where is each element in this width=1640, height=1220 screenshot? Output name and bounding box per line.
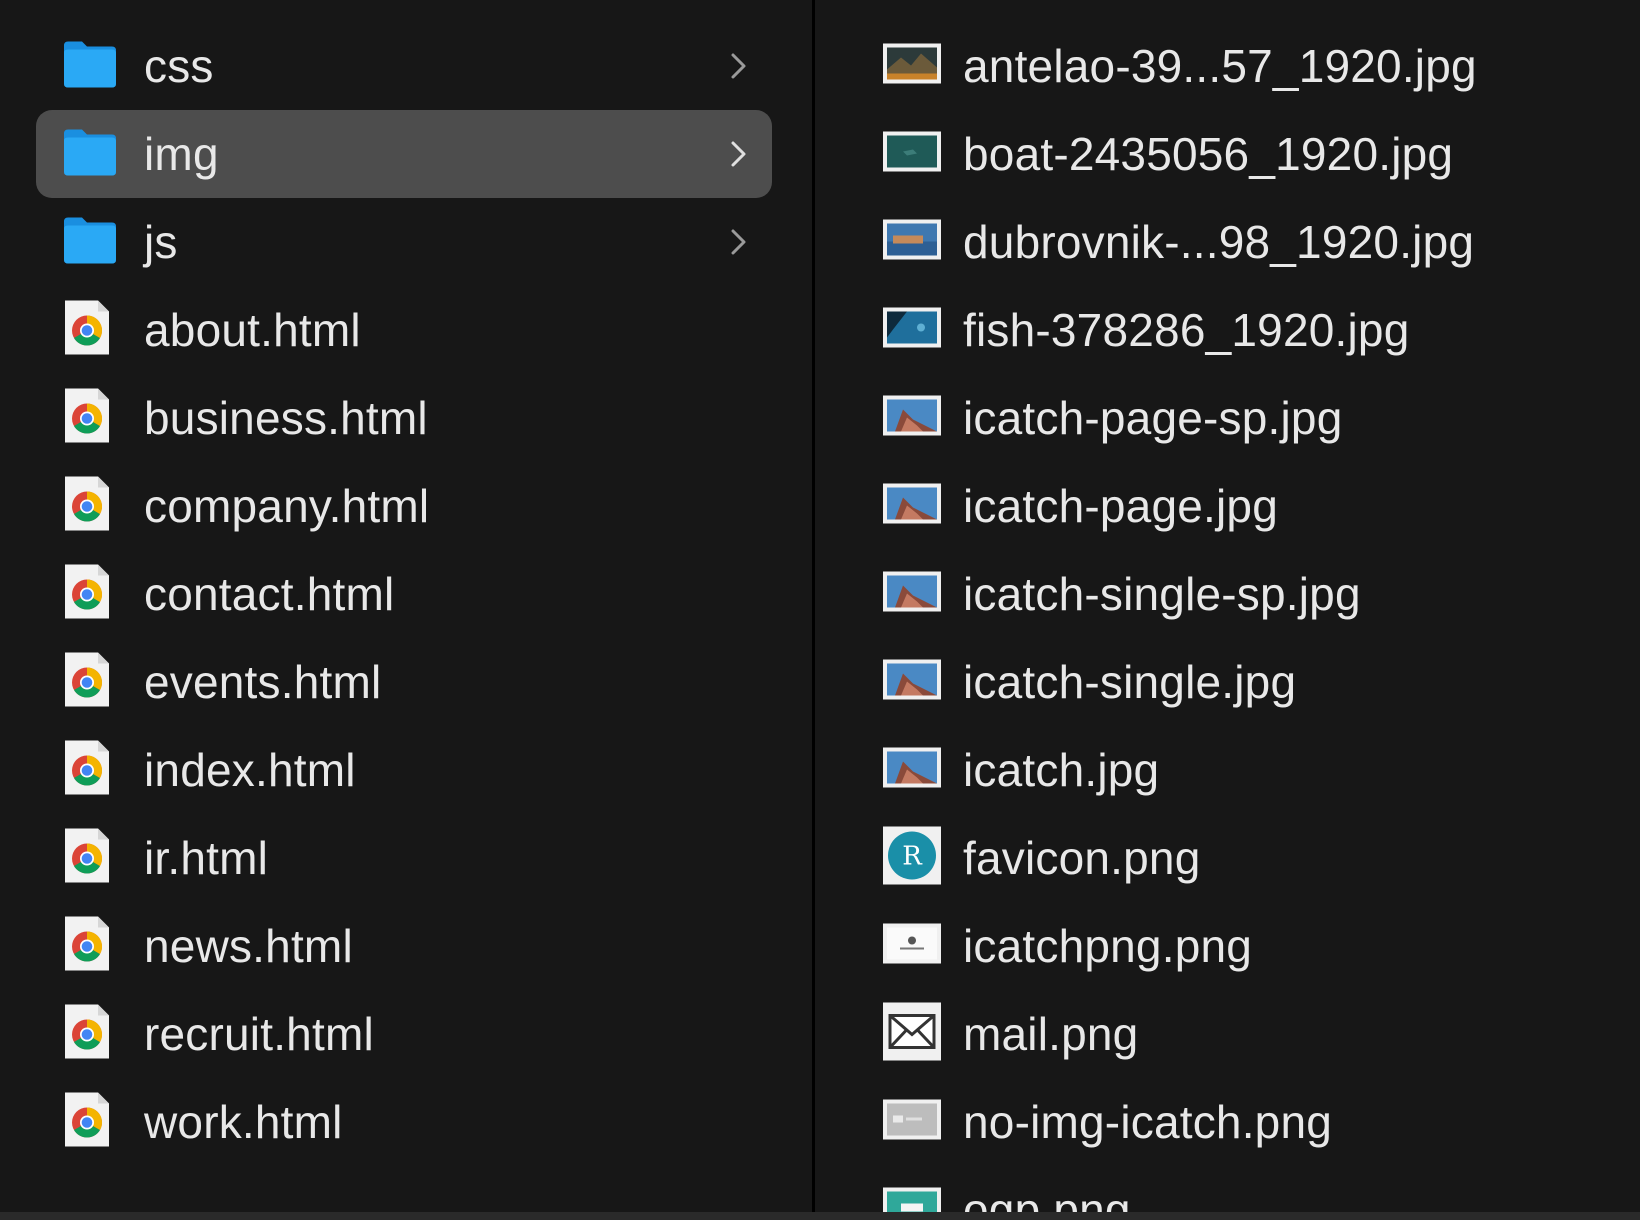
seal-photo-thumbnail (883, 747, 941, 793)
chrome-html-file-icon (62, 915, 112, 978)
folder-icon (62, 126, 118, 183)
chrome-html-file-icon (62, 563, 112, 626)
file-name: favicon.png (963, 832, 1201, 884)
chrome-html-file-icon (62, 299, 112, 362)
image-file-row[interactable]: fish-378286_1920.jpg (815, 286, 1595, 374)
seal-photo-thumbnail (883, 483, 941, 529)
file-row-news[interactable]: news.html (36, 902, 772, 990)
seal-photo-thumbnail (883, 395, 941, 441)
window-bottom-edge (0, 1212, 1640, 1220)
file-row-company[interactable]: company.html (36, 462, 772, 550)
chrome-html-file-icon (62, 651, 112, 714)
chrome-html-file-icon (62, 387, 112, 450)
image-file-row[interactable]: no-img-icatch.png (815, 1078, 1595, 1166)
file-name: icatch-single-sp.jpg (963, 568, 1361, 620)
file-name: icatch.jpg (963, 744, 1160, 796)
file-name: news.html (144, 920, 353, 972)
folder-row-css[interactable]: css (36, 22, 772, 110)
file-name: boat-2435056_1920.jpg (963, 128, 1454, 180)
landscape-photo-thumbnail (883, 43, 941, 89)
file-row-events[interactable]: events.html (36, 638, 772, 726)
folder-name: img (144, 128, 219, 180)
file-row-ir[interactable]: ir.html (36, 814, 772, 902)
file-name: business.html (144, 392, 428, 444)
seal-photo-thumbnail (883, 571, 941, 617)
chevron-right-icon (731, 141, 746, 167)
chevron-right-icon (731, 53, 746, 79)
file-name: index.html (144, 744, 356, 796)
favicon-r-thumbnail: R (883, 826, 941, 890)
file-name: events.html (144, 656, 382, 708)
folder-name: js (144, 216, 178, 268)
envelope-thumbnail (883, 1002, 941, 1066)
file-name: no-img-icatch.png (963, 1096, 1333, 1148)
image-file-row[interactable]: R favicon.png (815, 814, 1595, 902)
file-name: icatchpng.png (963, 920, 1253, 972)
chrome-html-file-icon (62, 1003, 112, 1066)
file-name: icatch-single.jpg (963, 656, 1297, 708)
image-file-row[interactable]: icatchpng.png (815, 902, 1595, 990)
chrome-html-file-icon (62, 827, 112, 890)
file-name: icatch-page-sp.jpg (963, 392, 1343, 444)
town-photo-thumbnail (883, 219, 941, 265)
file-name: antelao-39...57_1920.jpg (963, 40, 1477, 92)
image-file-row[interactable]: icatch.jpg (815, 726, 1595, 814)
file-name: fish-378286_1920.jpg (963, 304, 1410, 356)
chevron-right-icon (731, 229, 746, 255)
file-row-contact[interactable]: contact.html (36, 550, 772, 638)
file-row-business[interactable]: business.html (36, 374, 772, 462)
image-file-row[interactable]: icatch-single-sp.jpg (815, 550, 1595, 638)
image-file-row[interactable]: boat-2435056_1920.jpg (815, 110, 1595, 198)
image-file-row[interactable]: mail.png (815, 990, 1595, 1078)
folder-name: css (144, 40, 214, 92)
chrome-html-file-icon (62, 475, 112, 538)
file-name: dubrovnik-...98_1920.jpg (963, 216, 1475, 268)
underwater-photo-thumbnail (883, 307, 941, 353)
file-row-index[interactable]: index.html (36, 726, 772, 814)
image-file-row[interactable]: icatch-page.jpg (815, 462, 1595, 550)
sea-photo-thumbnail (883, 131, 941, 177)
file-row-work[interactable]: work.html (36, 1078, 772, 1166)
file-row-about[interactable]: about.html (36, 286, 772, 374)
image-file-row[interactable]: antelao-39...57_1920.jpg (815, 22, 1595, 110)
no-image-thumbnail (883, 1099, 941, 1145)
image-file-row[interactable]: dubrovnik-...98_1920.jpg (815, 198, 1595, 286)
seal-photo-thumbnail (883, 659, 941, 705)
file-name: company.html (144, 480, 430, 532)
chrome-html-file-icon (62, 739, 112, 802)
img-folder-contents-column[interactable]: antelao-39...57_1920.jpg boat-2435056_19… (815, 0, 1640, 1220)
file-name: contact.html (144, 568, 395, 620)
finder-column-view: css img js about.html business.html comp… (0, 0, 1640, 1220)
file-name: ir.html (144, 832, 269, 884)
file-name: icatch-page.jpg (963, 480, 1278, 532)
image-file-row[interactable]: icatch-single.jpg (815, 638, 1595, 726)
file-name: recruit.html (144, 1008, 374, 1060)
folder-icon (62, 214, 118, 271)
svg-text:R: R (902, 842, 923, 872)
folder-icon (62, 38, 118, 95)
wordpress-logo-thumbnail (883, 923, 941, 969)
file-name: work.html (144, 1096, 343, 1148)
folder-row-img[interactable]: img (36, 110, 772, 198)
file-row-recruit[interactable]: recruit.html (36, 990, 772, 1078)
chrome-html-file-icon (62, 1091, 112, 1154)
file-name: about.html (144, 304, 361, 356)
folder-row-js[interactable]: js (36, 198, 772, 286)
folder-contents-column[interactable]: css img js about.html business.html comp… (0, 0, 815, 1220)
image-file-row[interactable]: icatch-page-sp.jpg (815, 374, 1595, 462)
file-name: mail.png (963, 1008, 1139, 1060)
